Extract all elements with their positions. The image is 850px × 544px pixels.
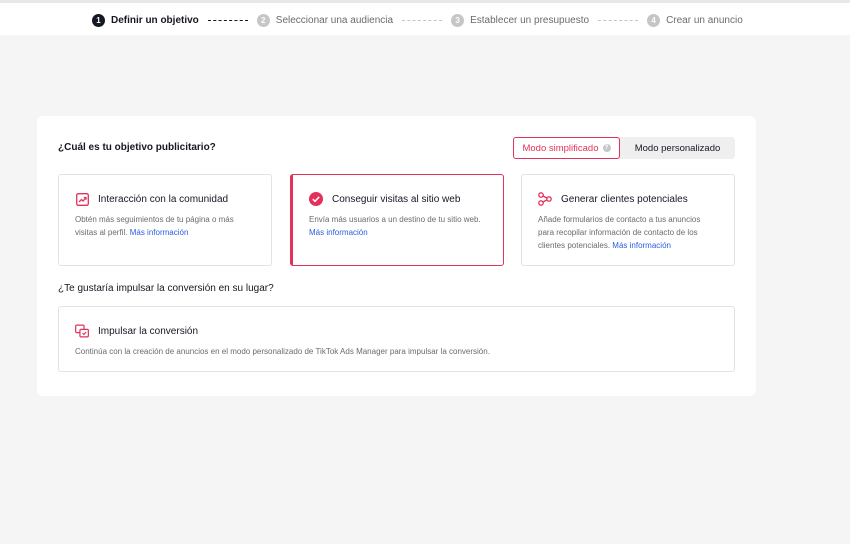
step-divider (598, 19, 639, 21)
option-title: Conseguir visitas al sitio web (332, 193, 461, 205)
option-title: Interacción con la comunidad (98, 193, 229, 205)
option-title: Impulsar la conversión (98, 325, 199, 337)
share-nodes-icon (538, 192, 552, 206)
option-description: Continúa con la creación de anuncios en … (75, 347, 490, 356)
step-select-audience[interactable]: 2 Seleccionar una audiencia (256, 13, 394, 27)
conversion-icon (75, 324, 89, 338)
step-create-ad[interactable]: 4 Crear un anuncio (647, 13, 743, 27)
step-label: Establecer un presupuesto (470, 14, 590, 26)
objective-card: ¿Cuál es tu objetivo publicitario? Modo … (37, 116, 756, 396)
custom-mode-button[interactable]: Modo personalizado (620, 137, 735, 159)
step-set-budget[interactable]: 3 Establecer un presupuesto (451, 13, 590, 27)
step-number: 4 (647, 13, 661, 27)
option-website-visits[interactable]: Conseguir visitas al sitio web Envía más… (290, 174, 504, 266)
option-lead-generation[interactable]: Generar clientes potenciales Añade formu… (521, 174, 735, 266)
step-label: Definir un objetivo (111, 14, 199, 26)
option-description: Envía más usuarios a un destino de tu si… (309, 213, 487, 239)
option-boost-conversion[interactable]: Impulsar la conversión Continúa con la c… (58, 306, 735, 372)
option-description: Obtén más seguimientos de tu página o má… (75, 213, 255, 239)
trend-up-icon (75, 192, 89, 206)
option-description-text: Envía más usuarios a un destino de tu si… (309, 215, 481, 224)
step-number: 3 (451, 13, 465, 27)
more-info-link[interactable]: Más información (130, 228, 189, 237)
mode-toggle: Modo simplificado ? Modo personalizado (513, 137, 735, 159)
help-icon[interactable]: ? (602, 144, 611, 152)
step-label: Crear un anuncio (666, 14, 743, 26)
step-label: Seleccionar una audiencia (275, 14, 394, 26)
more-info-link[interactable]: Más información (612, 241, 671, 250)
simplified-mode-label: Modo simplificado (522, 142, 599, 154)
steps-progress: 1 Definir un objetivo 2 Seleccionar una … (92, 11, 743, 29)
step-divider (207, 19, 248, 21)
check-circle-icon (309, 192, 323, 206)
step-number: 2 (256, 13, 270, 27)
option-description: Añade formularios de contacto a tus anun… (538, 213, 718, 252)
objective-question: ¿Cuál es tu objetivo publicitario? (58, 142, 216, 153)
conversion-question: ¿Te gustaría impulsar la conversión en s… (58, 283, 274, 294)
simplified-mode-button[interactable]: Modo simplificado ? (513, 137, 620, 159)
step-number: 1 (92, 13, 105, 27)
more-info-link[interactable]: Más información (309, 228, 368, 237)
progress-header: 1 Definir un objetivo 2 Seleccionar una … (0, 0, 850, 35)
option-title: Generar clientes potenciales (561, 193, 688, 205)
step-define-objective[interactable]: 1 Definir un objetivo (92, 13, 199, 27)
option-community-interaction[interactable]: Interacción con la comunidad Obtén más s… (58, 174, 272, 266)
step-divider (402, 19, 443, 21)
